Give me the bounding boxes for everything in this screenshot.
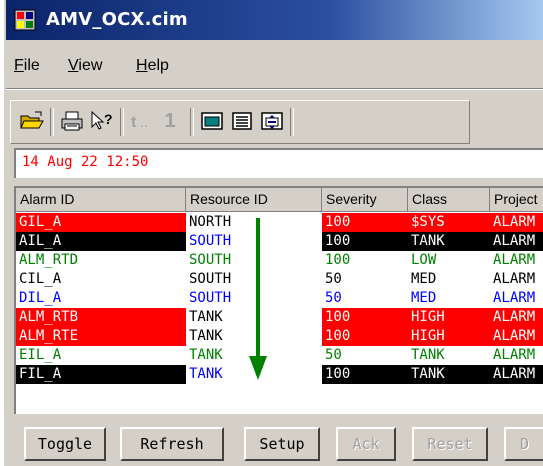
table-cell: EIL_A bbox=[16, 346, 186, 365]
table-cell: TANK bbox=[408, 346, 490, 365]
acknowledge-one-icon: 1 bbox=[164, 109, 176, 132]
table-row[interactable]: CIL_A SOUTH 50 MED ALARM bbox=[16, 270, 543, 289]
menu-view[interactable]: View bbox=[68, 57, 102, 75]
table-cell: NORTH bbox=[186, 213, 322, 232]
toolbar-separator bbox=[190, 108, 194, 136]
table-cell: ALARM bbox=[490, 251, 543, 270]
table-cell: ALM_RTB bbox=[16, 308, 186, 327]
setup-button[interactable]: Setup bbox=[244, 427, 320, 461]
toolbar: ? t.. 1 bbox=[6, 96, 543, 146]
table-cell: ALARM bbox=[490, 346, 543, 365]
table-cell: 100 bbox=[322, 365, 408, 384]
menu-file[interactable]: File bbox=[14, 57, 40, 75]
table-row[interactable]: ALM_RTB TANK 100 HIGH ALARM bbox=[16, 308, 543, 327]
properties-icon[interactable] bbox=[258, 108, 286, 134]
svg-text:..: .. bbox=[140, 114, 148, 130]
table-cell: MED bbox=[408, 289, 490, 308]
table-row[interactable]: EIL_A TANK 50 TANK ALARM bbox=[16, 346, 543, 365]
reset-button[interactable]: Reset bbox=[412, 427, 488, 461]
table-row[interactable]: FIL_A TANK 100 TANK ALARM bbox=[16, 365, 543, 384]
table-cell: ALM_RTD bbox=[16, 251, 186, 270]
menu-bar: File View Help bbox=[6, 52, 543, 82]
table-cell: 100 bbox=[322, 251, 408, 270]
list-icon[interactable] bbox=[228, 108, 256, 134]
context-help-icon[interactable]: ? bbox=[88, 108, 116, 134]
alarm-table[interactable]: Alarm ID Resource ID Severity Class Proj… bbox=[14, 186, 543, 414]
table-cell: SOUTH bbox=[186, 251, 322, 270]
table-cell: SOUTH bbox=[186, 270, 322, 289]
table-cell: ALARM bbox=[490, 213, 543, 232]
date-display: 14 Aug 22 12:50 bbox=[14, 148, 543, 178]
table-cell: HIGH bbox=[408, 308, 490, 327]
table-cell: 100 bbox=[322, 232, 408, 251]
column-header-severity[interactable]: Severity bbox=[322, 188, 408, 212]
date-text: 14 Aug 22 12:50 bbox=[22, 154, 149, 170]
table-cell: MED bbox=[408, 270, 490, 289]
table-cell: ALARM bbox=[490, 327, 543, 346]
toggle-button[interactable]: Toggle bbox=[24, 427, 106, 461]
table-cell: AIL_A bbox=[16, 232, 186, 251]
table-cell: ALARM bbox=[490, 289, 543, 308]
refresh-button[interactable]: Refresh bbox=[120, 427, 224, 461]
table-cell: SOUTH bbox=[186, 289, 322, 308]
column-header-alarm-id[interactable]: Alarm ID bbox=[16, 188, 186, 212]
table-row[interactable]: GIL_A NORTH 100 $SYS ALARM bbox=[16, 213, 543, 232]
table-header: Alarm ID Resource ID Severity Class Proj… bbox=[16, 188, 543, 212]
alarm-viewer: 14 Aug 22 12:50 Alarm ID Resource ID Sev… bbox=[14, 148, 543, 458]
menu-separator bbox=[6, 88, 543, 90]
table-cell: TANK bbox=[186, 327, 322, 346]
app-icon bbox=[14, 9, 36, 31]
table-cell: ALARM bbox=[490, 365, 543, 384]
table-cell: TANK bbox=[408, 365, 490, 384]
table-cell: 50 bbox=[322, 270, 408, 289]
table-cell: ALARM bbox=[490, 308, 543, 327]
table-cell: CIL_A bbox=[16, 270, 186, 289]
table-cell: ALARM bbox=[490, 232, 543, 251]
menu-help[interactable]: Help bbox=[136, 57, 169, 75]
table-row[interactable]: ALM_RTD SOUTH 100 LOW ALARM bbox=[16, 251, 543, 270]
table-cell: HIGH bbox=[408, 327, 490, 346]
open-folder-icon[interactable] bbox=[18, 108, 46, 134]
table-cell: TANK bbox=[186, 346, 322, 365]
table-cell: TANK bbox=[186, 365, 322, 384]
title-bar[interactable]: AMV_OCX.cim bbox=[6, 0, 543, 40]
table-cell: 50 bbox=[322, 346, 408, 365]
toolbar-separator bbox=[50, 108, 54, 136]
table-cell: ALM_RTE bbox=[16, 327, 186, 346]
table-cell: ALARM bbox=[490, 270, 543, 289]
table-cell: LOW bbox=[408, 251, 490, 270]
app-window: AMV_OCX.cim File View Help ? t.. 1 14 Au… bbox=[4, 0, 543, 466]
column-header-project[interactable]: Project bbox=[490, 188, 543, 212]
table-cell: DIL_A bbox=[16, 289, 186, 308]
table-row[interactable]: DIL_A SOUTH 50 MED ALARM bbox=[16, 289, 543, 308]
acknowledge-icon: t.. bbox=[128, 108, 156, 134]
table-row[interactable]: ALM_RTE TANK 100 HIGH ALARM bbox=[16, 327, 543, 346]
table-cell: TANK bbox=[186, 308, 322, 327]
table-cell: SOUTH bbox=[186, 232, 322, 251]
table-cell: 100 bbox=[322, 327, 408, 346]
toolbar-separator bbox=[120, 108, 124, 136]
table-cell: $SYS bbox=[408, 213, 490, 232]
table-cell: 100 bbox=[322, 308, 408, 327]
delete-button[interactable]: D bbox=[504, 427, 543, 461]
table-cell: FIL_A bbox=[16, 365, 186, 384]
table-cell: GIL_A bbox=[16, 213, 186, 232]
table-cell: TANK bbox=[408, 232, 490, 251]
ack-button[interactable]: Ack bbox=[336, 427, 396, 461]
table-cell: 50 bbox=[322, 289, 408, 308]
table-row[interactable]: AIL_A SOUTH 100 TANK ALARM bbox=[16, 232, 543, 251]
window-icon[interactable] bbox=[198, 108, 226, 134]
table-cell: 100 bbox=[322, 213, 408, 232]
column-header-resource-id[interactable]: Resource ID bbox=[186, 188, 322, 212]
toolbar-separator bbox=[290, 108, 294, 136]
svg-text:?: ? bbox=[104, 111, 113, 127]
svg-text:t: t bbox=[131, 114, 137, 131]
window-title: AMV_OCX.cim bbox=[46, 9, 188, 30]
column-header-class[interactable]: Class bbox=[408, 188, 490, 212]
button-bar: Toggle Refresh Setup Ack Reset D bbox=[14, 419, 543, 466]
print-icon[interactable] bbox=[58, 108, 86, 134]
